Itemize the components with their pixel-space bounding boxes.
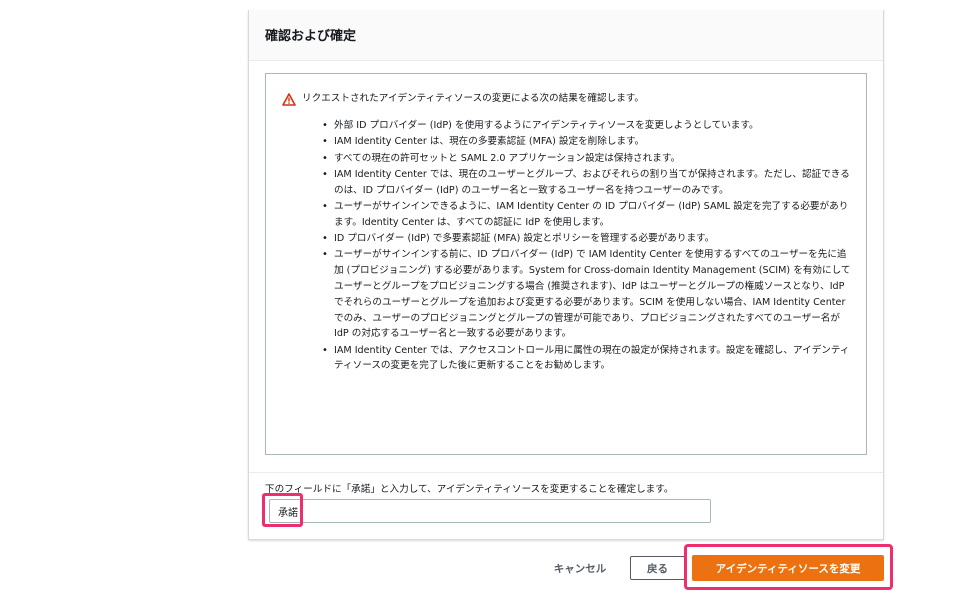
panel-title: 確認および確定	[265, 29, 357, 44]
list-item: ユーザーがサインインする前に、ID プロバイダー (IdP) で IAM Ide…	[322, 247, 852, 342]
panel-header: 確認および確定	[249, 10, 883, 61]
confirm-panel: 確認および確定 リクエストされたアイデンティティソースの変更による次の結果を確認…	[248, 10, 884, 540]
alert-heading-text: リクエストされたアイデンティティソースの変更による次の結果を確認します。	[302, 93, 645, 104]
list-item: IAM Identity Center では、現在のユーザーとグループ、およびそ…	[322, 167, 852, 199]
list-item: ID プロバイダー (IdP) で多要素認証 (MFA) 設定とポリシーを管理す…	[322, 231, 852, 247]
list-item: IAM Identity Center では、アクセスコントロール用に属性の現在…	[322, 343, 852, 375]
alert-heading: リクエストされたアイデンティティソースの変更による次の結果を確認します。	[282, 90, 645, 106]
consequence-list: 外部 ID プロバイダー (IdP) を使用するようにアイデンティティソースを変…	[322, 118, 852, 375]
warning-alert: リクエストされたアイデンティティソースの変更による次の結果を確認します。 外部 …	[265, 73, 867, 455]
list-item: 外部 ID プロバイダー (IdP) を使用するようにアイデンティティソースを変…	[322, 118, 852, 134]
list-item: すべての現在の許可セットと SAML 2.0 アプリケーション設定は保持されます…	[322, 151, 852, 167]
list-item: IAM Identity Center は、現在の多要素認証 (MFA) 設定を…	[322, 134, 852, 150]
confirm-label: 下のフィールドに「承諾」と入力して、アイデンティティソースを変更することを確定し…	[265, 484, 674, 495]
list-item: ユーザーがサインインできるように、IAM Identity Center の I…	[322, 199, 852, 231]
cancel-button[interactable]: キャンセル	[542, 556, 618, 580]
back-button[interactable]: 戻る	[630, 556, 685, 580]
change-identity-source-button[interactable]: アイデンティティソースを変更	[692, 555, 884, 581]
warning-icon	[282, 91, 296, 106]
confirm-input[interactable]	[269, 499, 711, 523]
confirm-field-area: 下のフィールドに「承諾」と入力して、アイデンティティソースを変更することを確定し…	[249, 472, 883, 523]
